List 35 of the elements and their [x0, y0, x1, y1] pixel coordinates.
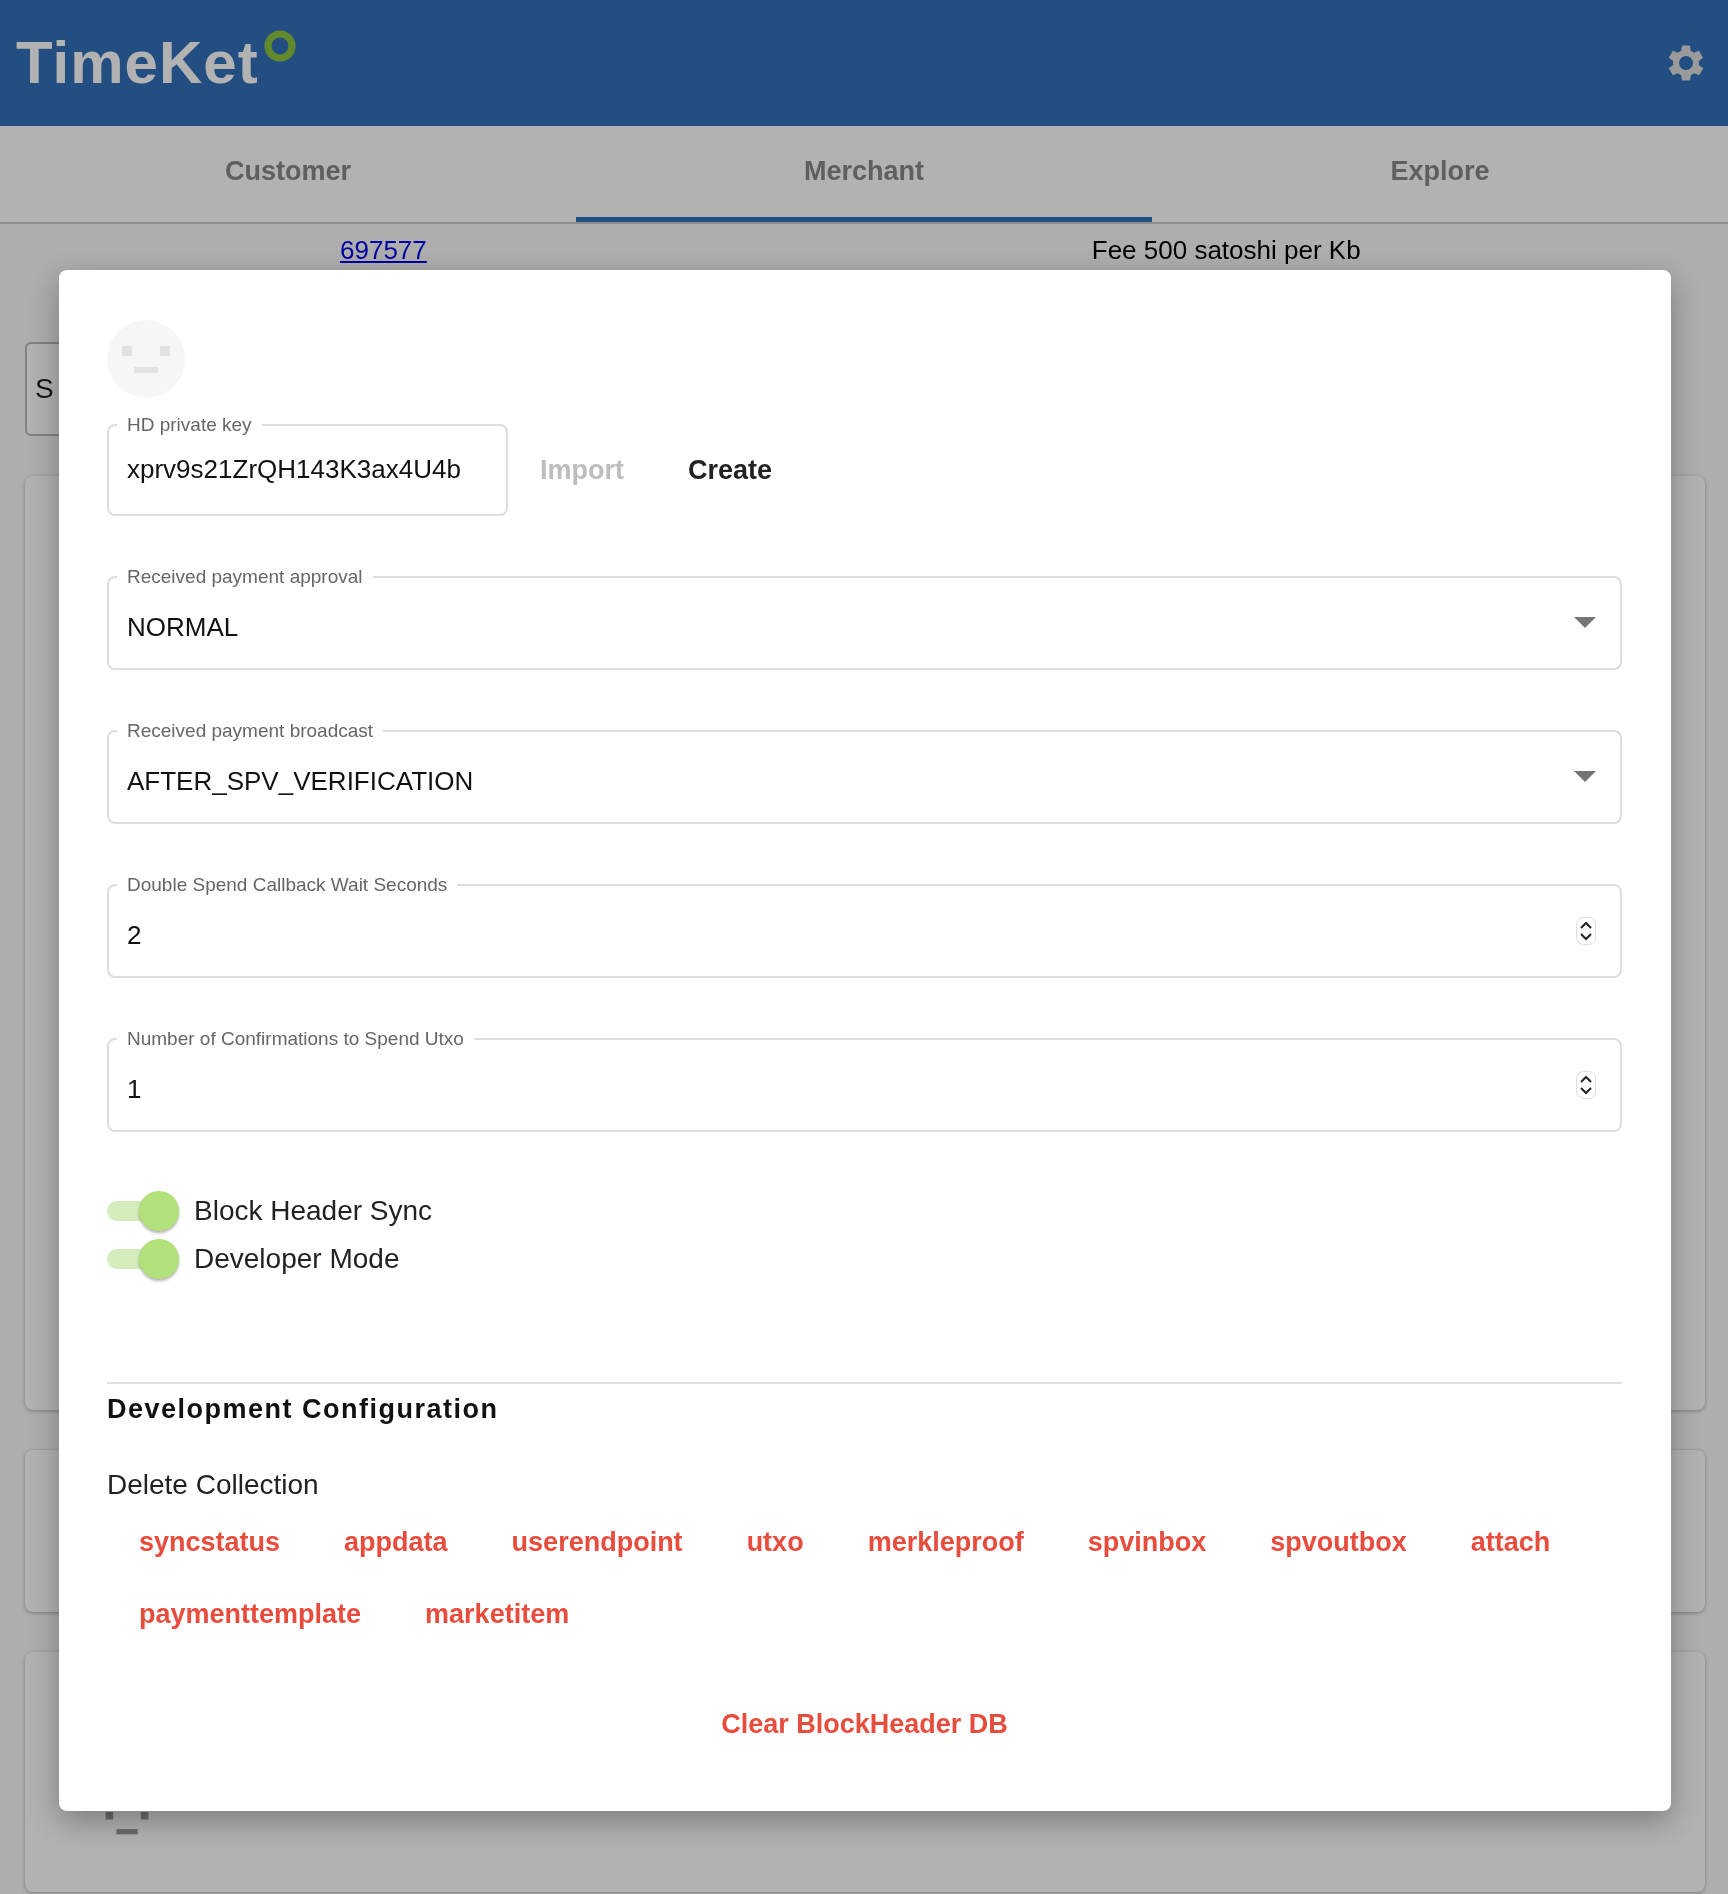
- tab[interactable]: Merchant: [576, 126, 1152, 222]
- delete-button[interactable]: syncstatus: [107, 1513, 313, 1571]
- toggle-label: Block Header Sync: [194, 1195, 433, 1227]
- clear-db-button[interactable]: Clear BlockHeader DB: [689, 1695, 1040, 1753]
- fee-text: Fee 500 satoshi per Kb: [1091, 235, 1361, 265]
- field-label: Number of Confirmations to Spend Utxo: [126, 1028, 465, 1051]
- spinner-icon[interactable]: [1576, 916, 1596, 945]
- tab[interactable]: Customer: [0, 126, 576, 222]
- spinner-icon[interactable]: [1576, 1070, 1596, 1099]
- field-label: Received payment approval: [126, 566, 364, 589]
- toggle-switch[interactable]: [107, 1239, 179, 1279]
- avatar-icon: [107, 320, 185, 398]
- delete-button[interactable]: attach: [1438, 1513, 1583, 1571]
- app-logo: TimeKet: [16, 33, 259, 93]
- caret-icon[interactable]: [1574, 617, 1596, 629]
- caret-icon[interactable]: [1574, 771, 1596, 783]
- delete-button[interactable]: marketitem: [393, 1585, 602, 1643]
- block-height-link[interactable]: 697577: [340, 235, 427, 265]
- field-label: Double Spend Callback Wait Seconds: [126, 874, 449, 897]
- tab[interactable]: Explore: [1152, 126, 1728, 222]
- field-label: Received payment broadcast: [126, 720, 375, 743]
- create-button[interactable]: Create: [656, 440, 805, 500]
- delete-button[interactable]: paymenttemplate: [107, 1585, 394, 1643]
- delete-button[interactable]: utxo: [714, 1513, 836, 1571]
- delete-collection-label: Delete Collection: [107, 1469, 320, 1501]
- ring-icon: [262, 29, 297, 63]
- section-title: Development Configuration: [107, 1394, 500, 1425]
- field-label: HD private key: [126, 416, 253, 437]
- delete-button[interactable]: spvoutbox: [1238, 1513, 1439, 1571]
- delete-button[interactable]: userendpoint: [479, 1513, 715, 1571]
- delete-button[interactable]: merkleproof: [835, 1513, 1056, 1571]
- delete-button[interactable]: spvinbox: [1055, 1513, 1239, 1571]
- delete-button[interactable]: appdata: [312, 1513, 480, 1571]
- toggle-switch[interactable]: [107, 1191, 179, 1231]
- toggle-label: Developer Mode: [194, 1243, 400, 1275]
